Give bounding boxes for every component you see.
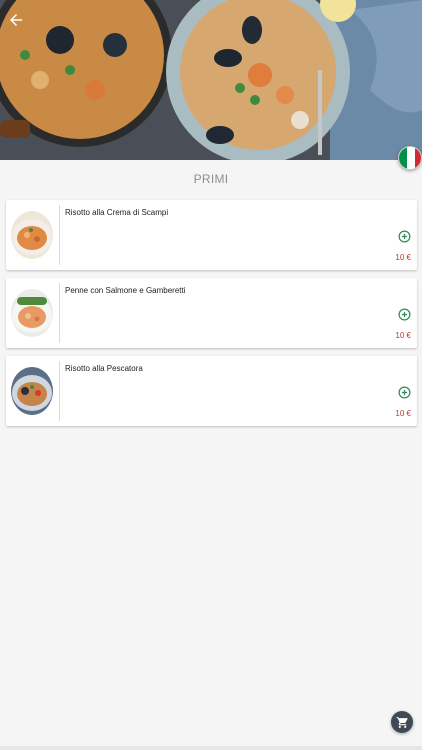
language-flag-button[interactable] <box>398 146 422 170</box>
plus-circle-icon <box>398 386 411 399</box>
menu-list: Risotto alla Crema di Scampi 10 € Penne … <box>6 200 417 434</box>
item-price: 10 € <box>395 409 411 418</box>
dish-thumbnail <box>11 367 53 415</box>
back-button[interactable] <box>4 8 28 32</box>
divider <box>59 361 60 421</box>
list-item[interactable]: Penne con Salmone e Gamberetti 10 € <box>6 278 417 348</box>
plus-circle-icon <box>398 230 411 243</box>
dish-thumbnail <box>11 211 53 259</box>
item-name: Risotto alla Pescatora <box>65 364 143 373</box>
list-item[interactable]: Risotto alla Pescatora 10 € <box>6 356 417 426</box>
arrow-left-icon <box>10 14 22 26</box>
add-button[interactable] <box>398 230 411 243</box>
item-name: Risotto alla Crema di Scampi <box>65 208 169 217</box>
bottom-bar <box>0 746 422 750</box>
divider <box>59 283 60 343</box>
cart-button[interactable] <box>391 711 413 733</box>
add-button[interactable] <box>398 386 411 399</box>
dish-thumbnail <box>11 289 53 337</box>
list-item[interactable]: Risotto alla Crema di Scampi 10 € <box>6 200 417 270</box>
item-price: 10 € <box>395 331 411 340</box>
item-price: 10 € <box>395 253 411 262</box>
plus-circle-icon <box>398 308 411 321</box>
cart-icon <box>396 716 408 728</box>
item-name: Penne con Salmone e Gamberetti <box>65 286 186 295</box>
italy-flag-icon <box>399 147 421 169</box>
hero-image <box>0 0 422 160</box>
add-button[interactable] <box>398 308 411 321</box>
section-title: PRIMI <box>193 172 229 186</box>
divider <box>59 205 60 265</box>
